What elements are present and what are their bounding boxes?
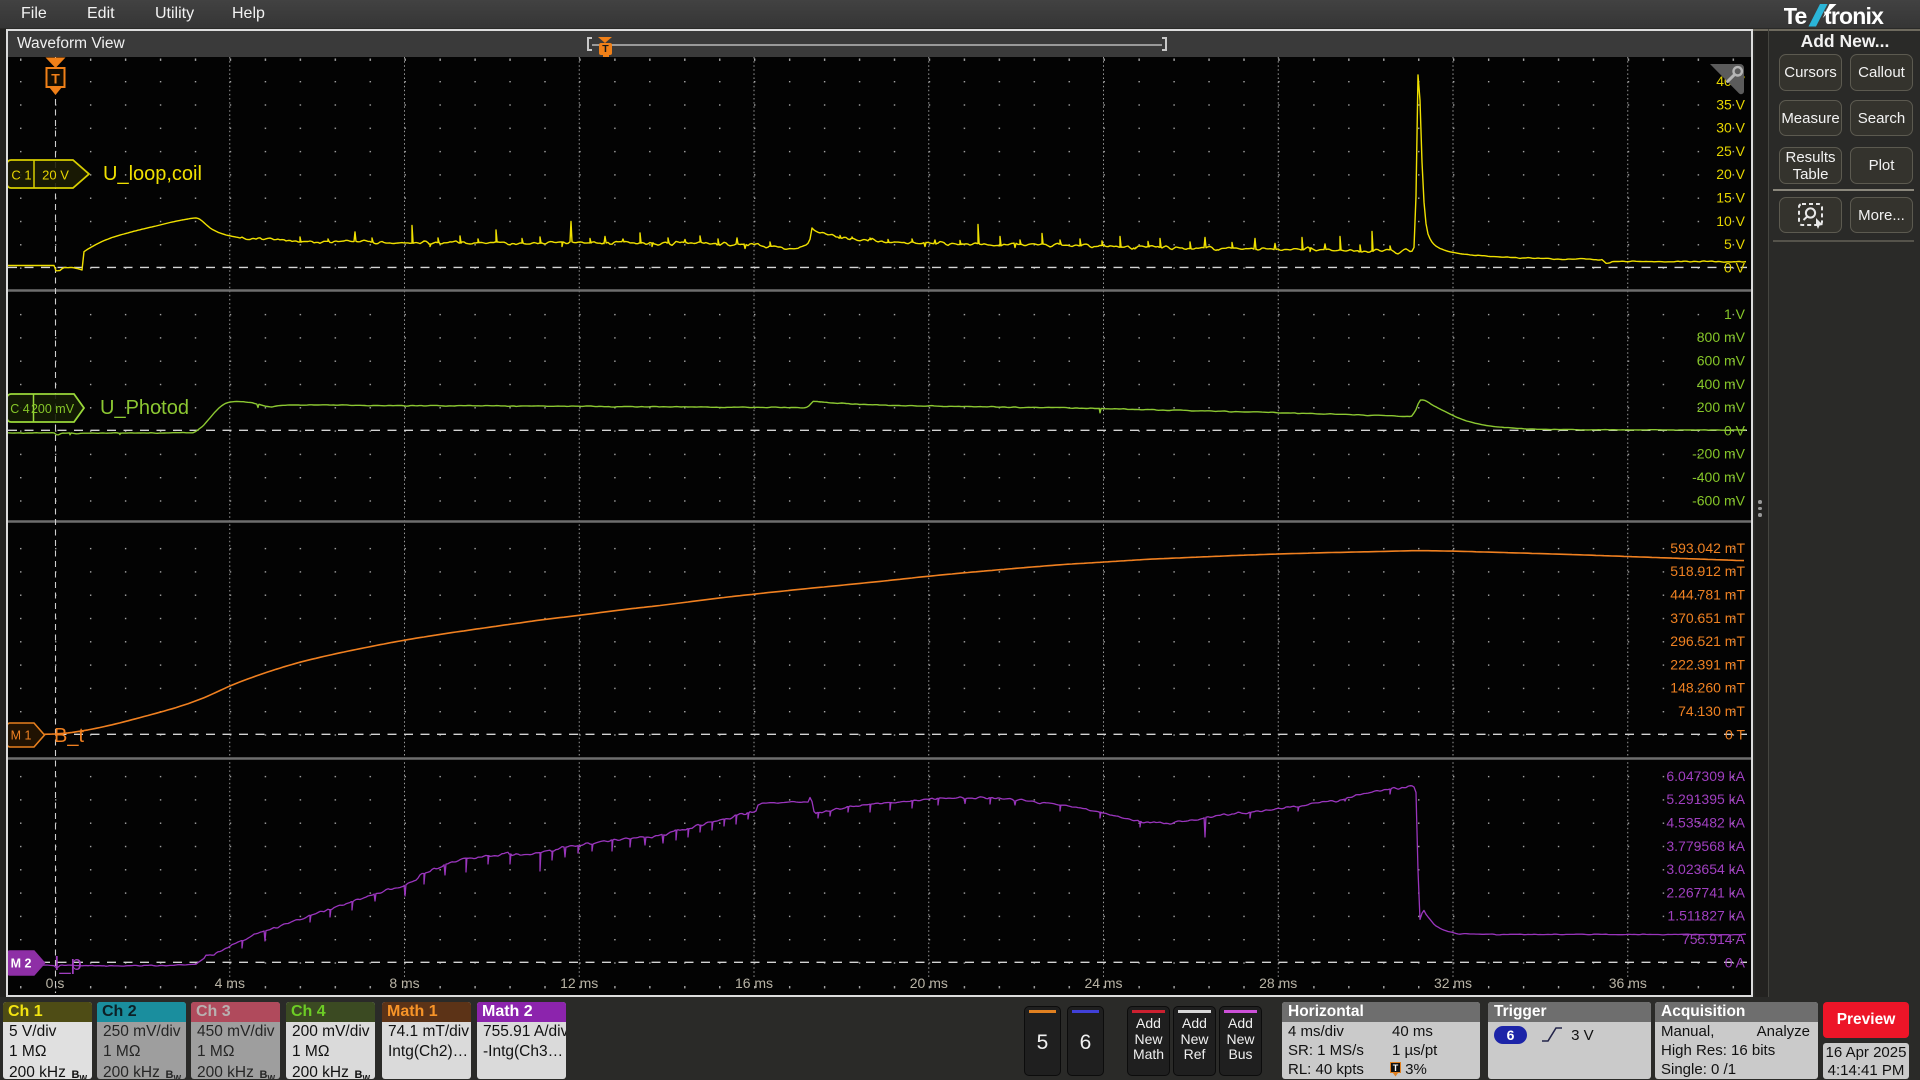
svg-text:Te: Te — [1784, 3, 1807, 28]
svg-text:518.912 mT: 518.912 mT — [1670, 563, 1745, 579]
svg-text:4 ms: 4 ms — [215, 975, 245, 991]
svg-text:296.521 mT: 296.521 mT — [1670, 633, 1745, 649]
svg-text:74.130 mT: 74.130 mT — [1678, 703, 1745, 719]
svg-text:I_p: I_p — [54, 953, 82, 975]
svg-text:36 ms: 36 ms — [1609, 975, 1647, 991]
svg-text:148.260 mT: 148.260 mT — [1670, 680, 1745, 696]
svg-text:600 mV: 600 mV — [1697, 353, 1746, 369]
svg-text:20 V: 20 V — [1716, 166, 1745, 182]
svg-text:32 ms: 32 ms — [1434, 975, 1472, 991]
svg-text:200 mV: 200 mV — [1697, 399, 1746, 415]
svg-text:35 V: 35 V — [1716, 96, 1745, 112]
svg-text:3.779568 kA: 3.779568 kA — [1666, 838, 1745, 854]
svg-text:-600 mV: -600 mV — [1692, 492, 1746, 508]
svg-text:400 mV: 400 mV — [1697, 376, 1746, 392]
svg-text:5.291395 kA: 5.291395 kA — [1666, 791, 1745, 807]
svg-text:16 ms: 16 ms — [735, 975, 773, 991]
svg-text:0 T: 0 T — [1725, 726, 1745, 742]
svg-text:1 V: 1 V — [1724, 306, 1746, 322]
svg-text:0 V: 0 V — [1724, 259, 1746, 275]
svg-text:200 mV: 200 mV — [31, 402, 75, 416]
svg-text:8 ms: 8 ms — [389, 975, 419, 991]
svg-text:M 2: M 2 — [11, 957, 32, 971]
svg-text:0 A: 0 A — [1725, 954, 1746, 970]
svg-text:0 V: 0 V — [1724, 422, 1746, 438]
svg-text:0 s: 0 s — [46, 975, 65, 991]
svg-text:593.042 mT: 593.042 mT — [1670, 540, 1745, 556]
svg-text:20 V: 20 V — [42, 168, 69, 183]
svg-text:370.651 mT: 370.651 mT — [1670, 610, 1745, 626]
svg-text:U_loop,coil: U_loop,coil — [103, 163, 202, 185]
svg-text:24 ms: 24 ms — [1084, 975, 1122, 991]
svg-text:6.047309 kA: 6.047309 kA — [1666, 768, 1745, 784]
svg-text:T: T — [51, 71, 60, 87]
svg-text:5 V: 5 V — [1724, 236, 1746, 252]
svg-text:-400 mV: -400 mV — [1692, 469, 1746, 485]
svg-text:T: T — [1393, 1063, 1399, 1073]
svg-text:28 ms: 28 ms — [1259, 975, 1297, 991]
svg-text:20 ms: 20 ms — [910, 975, 948, 991]
svg-text:B_t: B_t — [54, 725, 84, 747]
svg-text:C 4: C 4 — [10, 402, 30, 416]
svg-text:-200 mV: -200 mV — [1692, 446, 1746, 462]
svg-text:15 V: 15 V — [1716, 190, 1745, 206]
svg-text:444.781 mT: 444.781 mT — [1670, 587, 1745, 603]
svg-text:1.511827 kA: 1.511827 kA — [1667, 908, 1745, 924]
svg-text:800 mV: 800 mV — [1697, 329, 1746, 345]
svg-text:25 V: 25 V — [1716, 143, 1745, 159]
svg-text:2.267741 kA: 2.267741 kA — [1666, 884, 1745, 900]
svg-text:222.391 mT: 222.391 mT — [1670, 656, 1745, 672]
svg-text:3.023654 kA: 3.023654 kA — [1666, 861, 1745, 877]
svg-text:C 1: C 1 — [11, 168, 31, 183]
svg-text:755.914 A: 755.914 A — [1682, 931, 1746, 947]
svg-text:M 1: M 1 — [11, 729, 32, 743]
svg-text:4.535482 kA: 4.535482 kA — [1666, 815, 1745, 831]
svg-text:30 V: 30 V — [1716, 120, 1745, 136]
svg-text:10 V: 10 V — [1716, 213, 1745, 229]
svg-text:U_Photod: U_Photod — [100, 397, 189, 419]
svg-text:12 ms: 12 ms — [560, 975, 598, 991]
